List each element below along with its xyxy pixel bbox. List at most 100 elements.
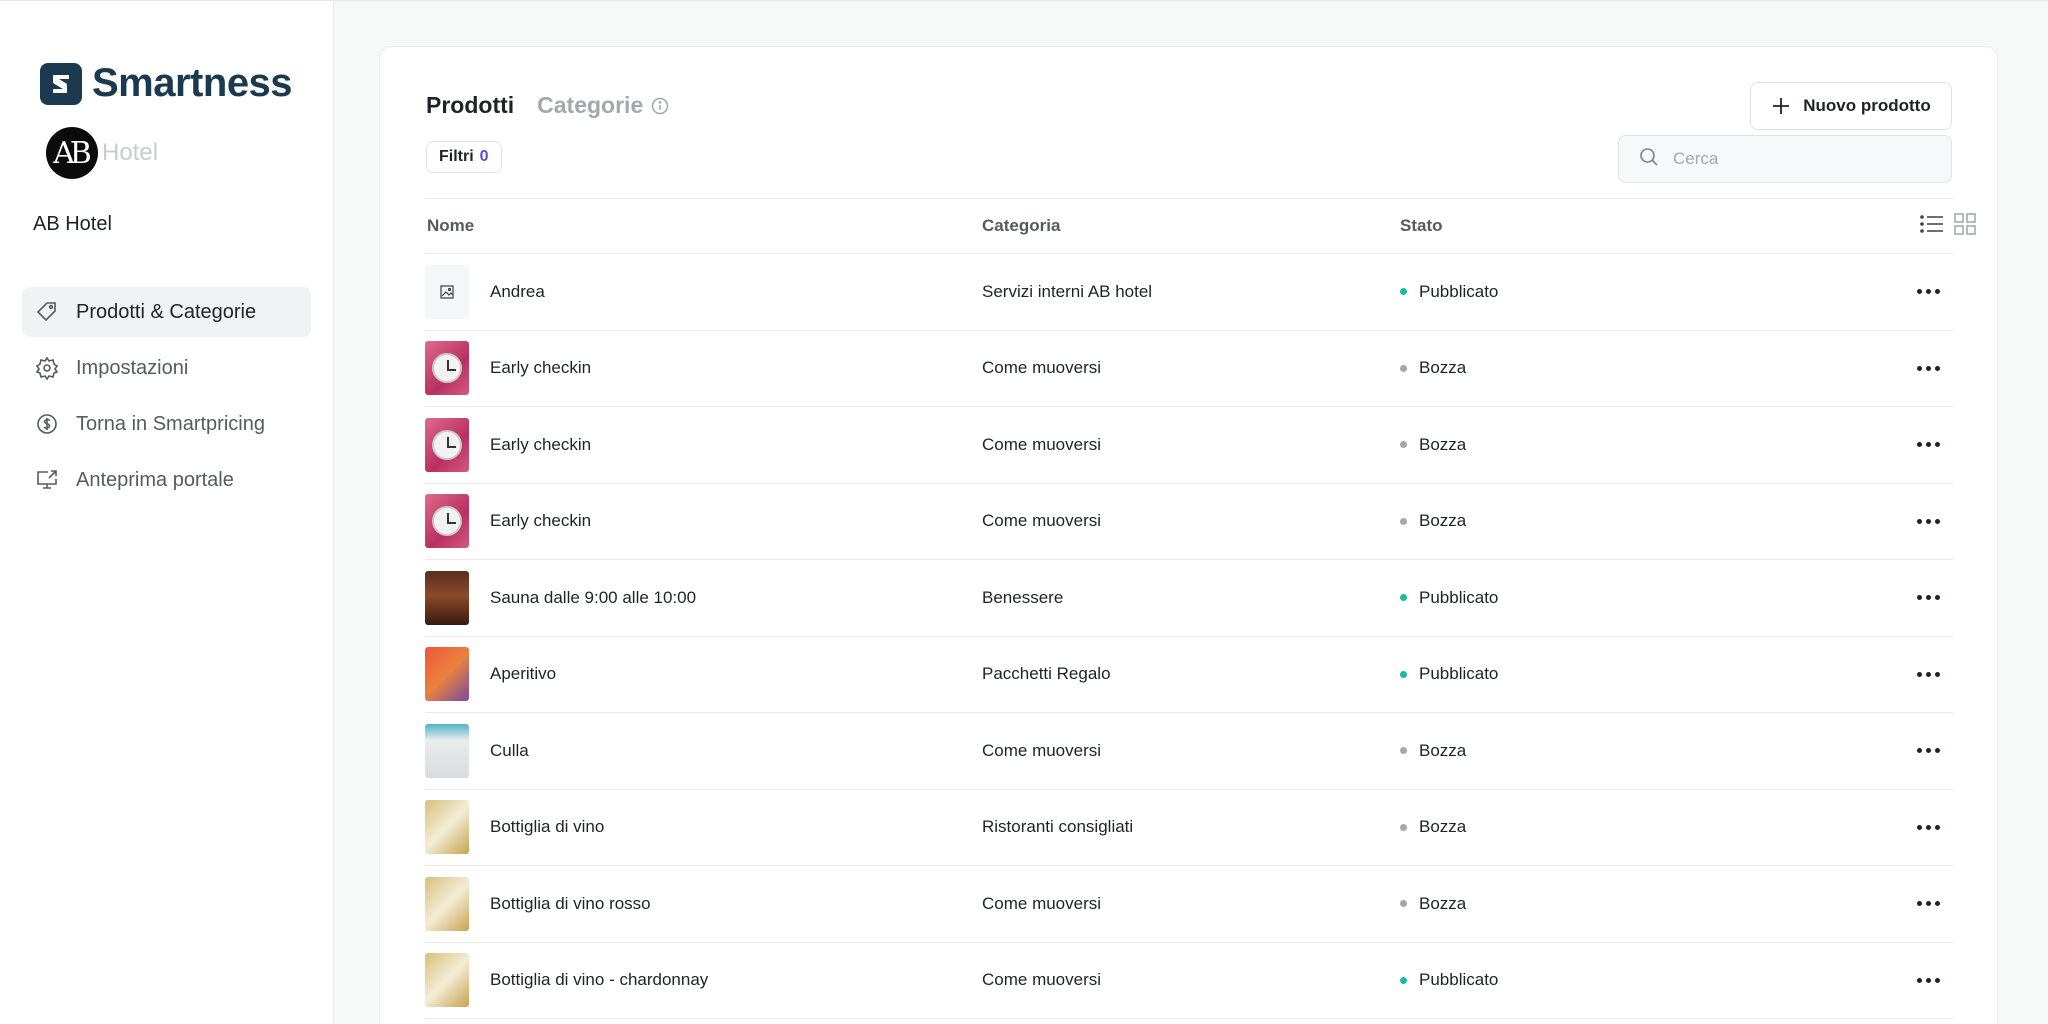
table-row[interactable]: Bottiglia di vino Ristoranti consigliati…	[425, 790, 1953, 866]
product-thumbnail	[425, 417, 469, 472]
product-thumbnail	[425, 341, 469, 396]
product-name: Early checkin	[490, 358, 592, 378]
status-dot	[1400, 364, 1407, 372]
tab-categorie[interactable]: Categorie	[537, 92, 643, 119]
product-category: Pacchetti Regalo	[982, 664, 1111, 684]
tab-prodotti[interactable]: Prodotti	[426, 92, 514, 119]
brand-name: Smartness	[92, 61, 293, 105]
product-category: Come muoversi	[982, 434, 1102, 454]
product-category: Benessere	[982, 587, 1064, 607]
view-toggle	[1920, 212, 1976, 240]
status-label: Bozza	[1419, 511, 1467, 531]
product-status: Pubblicato	[1400, 970, 1498, 990]
product-thumbnail	[425, 647, 469, 702]
info-icon[interactable]	[651, 97, 669, 115]
table-row[interactable]: Early checkin Come muoversi Bozza	[425, 484, 1953, 560]
product-status: Pubblicato	[1400, 664, 1498, 684]
product-name: Andrea	[490, 281, 545, 301]
product-category: Servizi interni AB hotel	[982, 281, 1153, 301]
product-category: Come muoversi	[982, 740, 1102, 760]
more-actions-icon[interactable]	[1917, 824, 1940, 830]
sidebar-item-prodotti-categorie[interactable]: Prodotti & Categorie	[22, 287, 311, 337]
sidebar-item-label: Torna in Smartpricing	[76, 412, 265, 435]
sidebar-item-impostazioni[interactable]: Impostazioni	[22, 343, 311, 393]
monitor-external-icon	[34, 467, 60, 493]
table-row[interactable]: Sauna dalle 9:00 alle 10:00 Benessere Pu…	[425, 560, 1953, 637]
table-row[interactable]: Early checkin Come muoversi Bozza	[425, 407, 1953, 484]
table-row[interactable]: Early checkin Come muoversi Bozza	[425, 331, 1953, 407]
product-thumbnail	[425, 723, 469, 778]
column-header-categoria[interactable]: Categoria	[982, 216, 1060, 236]
product-status: Bozza	[1400, 358, 1466, 378]
sidebar-item-label: Prodotti & Categorie	[76, 300, 257, 323]
more-actions-icon[interactable]	[1917, 671, 1940, 677]
hotel-logo-circle: AB	[46, 127, 98, 179]
table-row[interactable]: Bottiglia di vino rosso Come muoversi Bo…	[425, 866, 1953, 943]
table-row[interactable]: Aperitivo Pacchetti Regalo Pubblicato	[425, 637, 1953, 713]
product-name: Bottiglia di vino - chardonnay	[490, 970, 709, 990]
product-category: Come muoversi	[982, 970, 1102, 990]
hotel-logo: AB Hotel	[46, 127, 158, 179]
table-row[interactable]: Culla Come muoversi Bozza	[425, 713, 1953, 790]
more-actions-icon[interactable]	[1917, 901, 1940, 907]
column-header-stato[interactable]: Stato	[1400, 216, 1443, 236]
tabs: Prodotti Categorie	[426, 92, 669, 119]
product-status: Pubblicato	[1400, 282, 1498, 302]
product-category: Ristoranti consigliati	[982, 817, 1134, 837]
status-label: Bozza	[1419, 358, 1467, 378]
new-product-button[interactable]: Nuovo prodotto	[1750, 82, 1952, 130]
status-label: Bozza	[1419, 893, 1467, 913]
status-dot	[1400, 594, 1407, 602]
hotel-logo-word: Hotel	[102, 139, 159, 166]
more-actions-icon[interactable]	[1917, 289, 1940, 295]
status-label: Bozza	[1419, 740, 1467, 760]
list-view-icon[interactable]	[1920, 214, 1944, 239]
column-header-nome[interactable]: Nome	[427, 216, 474, 236]
more-actions-icon[interactable]	[1917, 365, 1940, 371]
image-placeholder-icon	[425, 264, 469, 319]
product-status: Bozza	[1400, 741, 1466, 761]
product-name: Bottiglia di vino	[490, 817, 605, 837]
product-name: Aperitivo	[490, 664, 557, 684]
product-category: Come muoversi	[982, 511, 1102, 531]
sidebar-item-label: Impostazioni	[76, 356, 189, 379]
product-status: Bozza	[1400, 817, 1466, 837]
product-name: Early checkin	[490, 434, 592, 454]
smartness-logo-icon	[40, 62, 82, 105]
sidebar-item-anteprima-portale[interactable]: Anteprima portale	[22, 455, 311, 505]
product-name: Bottiglia di vino rosso	[490, 893, 651, 913]
filters-count: 0	[479, 148, 489, 165]
product-category: Come muoversi	[982, 893, 1102, 913]
status-label: Pubblicato	[1419, 664, 1499, 684]
product-thumbnail	[425, 876, 469, 931]
status-dot	[1400, 747, 1407, 755]
sidebar-item-smartpricing[interactable]: Torna in Smartpricing	[22, 399, 311, 449]
sidebar-item-label: Anteprima portale	[76, 468, 234, 491]
table-row[interactable]: Bottiglia di vino - chardonnay Come muov…	[425, 943, 1953, 1019]
brand-logo[interactable]: Smartness	[40, 61, 293, 106]
status-dot	[1400, 517, 1407, 525]
tag-icon	[34, 299, 60, 325]
property-name: AB Hotel	[33, 213, 112, 235]
products-table: Nome Categoria Stato Andrea Servizi inte…	[425, 198, 1976, 1019]
more-actions-icon[interactable]	[1917, 977, 1940, 983]
product-category: Come muoversi	[982, 358, 1102, 378]
more-actions-icon[interactable]	[1917, 595, 1940, 601]
more-actions-icon[interactable]	[1917, 442, 1940, 448]
product-name: Culla	[490, 740, 529, 760]
products-panel: Prodotti Categorie Nuovo prodotto Filtri…	[379, 46, 1998, 1024]
status-label: Pubblicato	[1419, 587, 1499, 607]
plus-icon	[1771, 96, 1791, 116]
more-actions-icon[interactable]	[1917, 748, 1940, 754]
status-label: Bozza	[1419, 434, 1467, 454]
status-label: Pubblicato	[1419, 970, 1499, 990]
grid-view-icon[interactable]	[1954, 212, 1976, 240]
search-input[interactable]: Cerca	[1618, 135, 1952, 183]
status-dot	[1400, 976, 1407, 984]
status-dot	[1400, 900, 1407, 908]
filters-button[interactable]: Filtri 0	[426, 141, 502, 173]
table-row[interactable]: Andrea Servizi interni AB hotel Pubblica…	[425, 254, 1953, 331]
more-actions-icon[interactable]	[1917, 518, 1940, 524]
product-status: Bozza	[1400, 435, 1466, 455]
status-dot	[1400, 441, 1407, 449]
